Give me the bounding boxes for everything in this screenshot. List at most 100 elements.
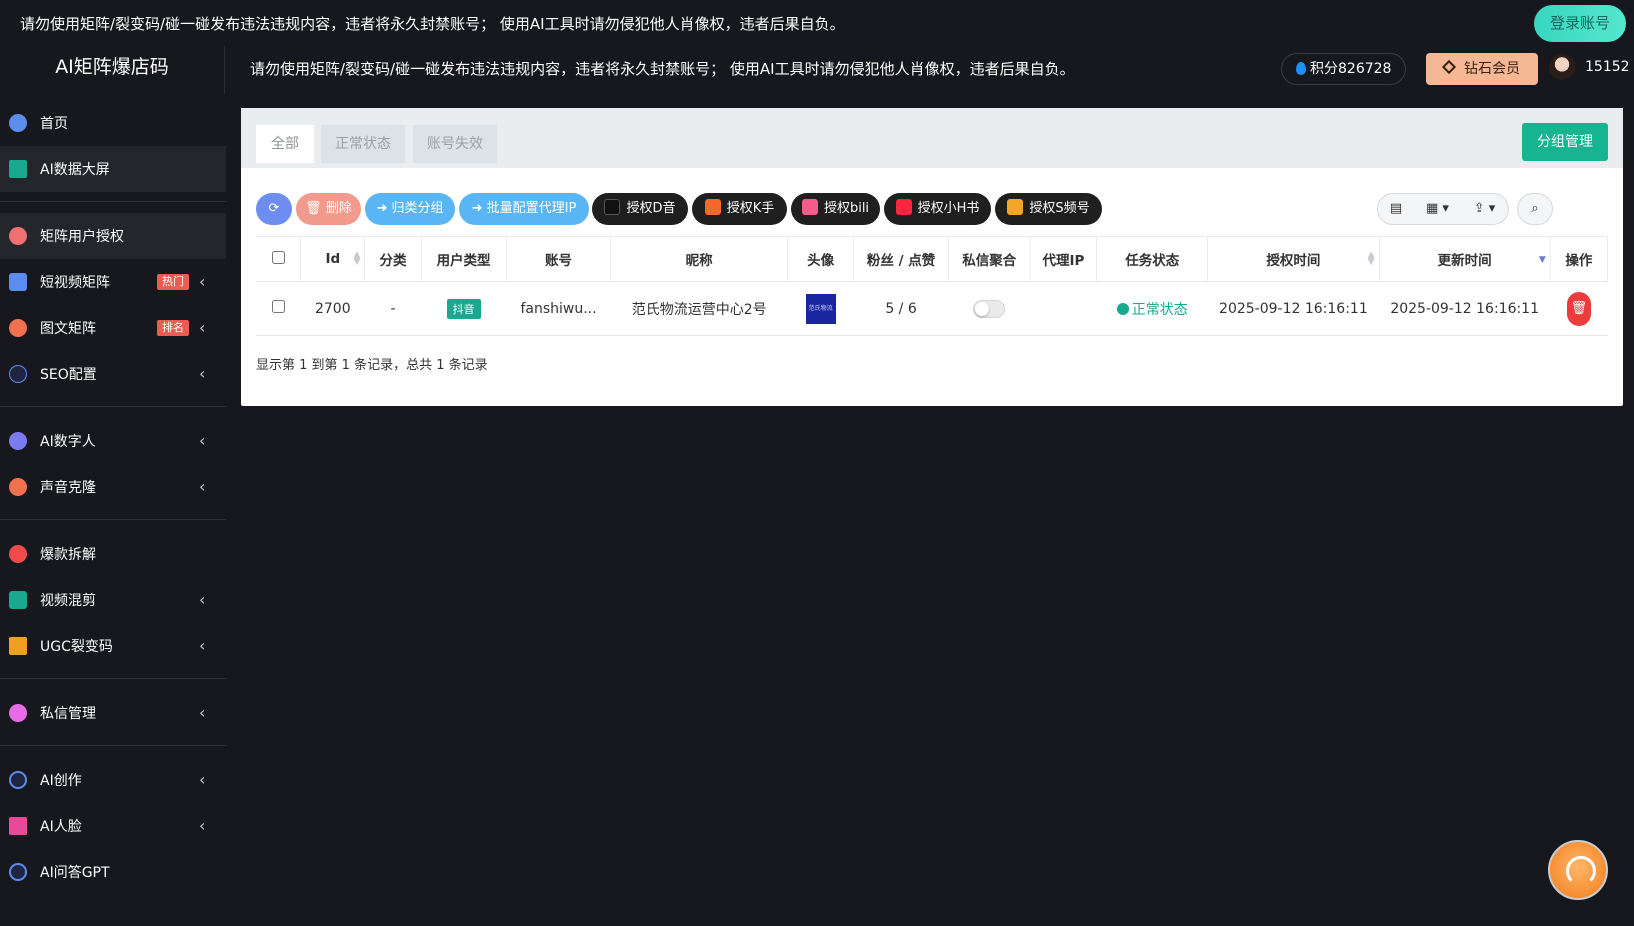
classify-label: 归类分组 — [391, 201, 444, 216]
video-label: 授权S频号 — [1029, 201, 1090, 216]
refresh-button[interactable]: ⟳ — [256, 193, 292, 225]
auth-kuaishou-button[interactable]: 授权K手 — [692, 193, 787, 225]
voice-icon — [9, 478, 27, 496]
bili-label: 授权bili — [823, 201, 870, 216]
tab-all[interactable]: 全部 — [256, 125, 314, 163]
auth-bili-button[interactable]: 授权bili — [791, 193, 880, 225]
sidebar-item-ai-create[interactable]: AI创作 ‹ — [0, 757, 226, 803]
vip-label: 钻石会员 — [1464, 61, 1520, 77]
col-auth-time[interactable]: 授权时间 ▲ ▼ — [1207, 236, 1380, 282]
sidebar-item-hot-analysis[interactable]: 爆款拆解 — [0, 531, 226, 577]
login-button[interactable]: 登录账号 — [1534, 5, 1626, 42]
notice-bar: 请勿使用矩阵/裂变码/碰一碰发布违法违规内容，违者将永久封禁账号； 使用AI工具… — [0, 0, 1634, 46]
cell-user-type: 抖音 — [421, 281, 507, 336]
chevron-left-icon: ‹ — [199, 272, 206, 291]
export-button[interactable]: ⇪ ▾ — [1461, 193, 1509, 225]
proxy-button[interactable]: ➜ 批量配置代理IP — [459, 193, 589, 225]
sidebar-item-image-matrix[interactable]: 图文矩阵 排名 ‹ — [0, 305, 226, 351]
customer-service-icon[interactable] — [1548, 840, 1608, 900]
header: AI矩阵爆店码 请勿使用矩阵/裂变码/碰一碰发布违法违规内容，违者将永久封禁账号… — [0, 46, 1634, 100]
row-delete-button[interactable]: 🗑 — [1566, 291, 1591, 326]
sidebar-item-ugc-code[interactable]: UGC裂变码 ‹ — [0, 623, 226, 669]
chevron-left-icon: ‹ — [199, 816, 206, 835]
cell-proxy-ip — [1030, 281, 1097, 336]
clip-icon — [9, 591, 27, 609]
divider — [0, 192, 226, 213]
diamond-icon — [1441, 59, 1457, 75]
message-agg-toggle[interactable] — [973, 299, 1006, 318]
col-avatar: 头像 — [787, 236, 855, 282]
sidebar-label: AI人脸 — [40, 819, 82, 835]
main-panel: 全部 正常状态 账号失效 分组管理 ⟳ 🗑 删除 ➜ 归类分组 ➜ 批量配置代理… — [241, 108, 1623, 406]
col-id[interactable]: Id ▲ ▼ — [300, 236, 366, 282]
chevron-left-icon: ‹ — [199, 703, 206, 722]
sidebar-label: 图文矩阵 — [40, 321, 96, 337]
divider — [0, 397, 226, 418]
columns-button[interactable]: ▦ ▾ — [1414, 193, 1462, 225]
auth-video-button[interactable]: 授权S频号 — [995, 193, 1102, 225]
cell-fans-likes: 5 / 6 — [853, 281, 949, 336]
bilibili-icon — [801, 199, 818, 215]
cell-account: fanshiwu... — [506, 281, 611, 336]
delete-label: 删除 — [325, 201, 352, 216]
cell-message-agg — [948, 281, 1031, 336]
points-label: 积分826728 — [1310, 61, 1392, 77]
sidebar-item-home[interactable]: 首页 — [0, 100, 226, 146]
chevron-left-icon: ‹ — [199, 636, 206, 655]
cell-task-status: 正常状态 — [1096, 281, 1208, 336]
sidebar-item-digital-human[interactable]: AI数字人 ‹ — [0, 418, 226, 464]
status-label: 正常状态 — [1131, 301, 1188, 318]
card-view-button[interactable]: ▤ — [1377, 193, 1415, 225]
vip-button[interactable]: 钻石会员 — [1426, 53, 1538, 85]
sidebar-label: 短视频矩阵 — [40, 275, 110, 291]
sidebar-item-voice-clone[interactable]: 声音克隆 ‹ — [0, 464, 226, 510]
col-update-time[interactable]: 更新时间 ▼ — [1379, 236, 1551, 282]
sidebar: 首页 AI数据大屏 矩阵用户授权 短视频矩阵 热门 ‹ 图文矩阵 排名 ‹ SEO配置 ‹… — [0, 100, 226, 926]
sidebar-label: AI数字人 — [40, 434, 96, 450]
hot-icon — [9, 545, 27, 563]
col-actions: 操作 — [1550, 236, 1609, 282]
auth-douyin-button[interactable]: 授权D音 — [592, 193, 688, 225]
col-proxy-ip: 代理IP — [1030, 236, 1098, 282]
sidebar-item-data-screen[interactable]: AI数据大屏 — [0, 146, 226, 192]
gpt-icon — [9, 863, 27, 881]
sidebar-item-user-auth[interactable]: 矩阵用户授权 — [0, 213, 226, 259]
auth-xhs-button[interactable]: 授权小H书 — [884, 193, 991, 225]
user-table: Id ▲ ▼ 分类 用户类型 账号 昵称 头像 粉丝 / 点赞 私信聚合 代理IP … — [256, 236, 1609, 336]
digital-human-icon — [9, 432, 27, 450]
chevron-left-icon: ‹ — [199, 364, 206, 383]
sidebar-label: 私信管理 — [40, 706, 96, 722]
classify-button[interactable]: ➜ 归类分组 — [365, 193, 455, 225]
table-row: 2700 - 抖音 fanshiwu... 范氏物流运营中心2号 范氏物流 5 … — [256, 281, 1608, 336]
delete-button[interactable]: 🗑 删除 — [296, 193, 361, 225]
sidebar-label: 视频混剪 — [40, 593, 96, 609]
sidebar-item-gpt[interactable]: AI问答GPT — [0, 849, 226, 895]
tab-invalid[interactable]: 账号失效 — [413, 125, 497, 163]
sidebar-item-ai-face[interactable]: AI人脸 ‹ — [0, 803, 226, 849]
logo[interactable]: AI矩阵爆店码 — [0, 46, 225, 94]
sidebar-label: 矩阵用户授权 — [40, 229, 124, 245]
search-button[interactable]: ⌕ — [1517, 193, 1553, 225]
select-all-checkbox[interactable] — [271, 250, 285, 264]
hot-badge: 热门 — [157, 274, 189, 290]
avatar[interactable] — [1549, 54, 1575, 80]
tab-normal[interactable]: 正常状态 — [321, 125, 405, 163]
group-manage-button[interactable]: 分组管理 — [1522, 123, 1608, 161]
rank-badge: 排名 — [157, 320, 189, 336]
points-icon — [1296, 62, 1306, 75]
chart-screen-icon — [9, 160, 27, 178]
points-badge[interactable]: 积分826728 — [1281, 53, 1406, 85]
sidebar-item-video-matrix[interactable]: 短视频矩阵 热门 ‹ — [0, 259, 226, 305]
table-header: Id ▲ ▼ 分类 用户类型 账号 昵称 头像 粉丝 / 点赞 私信聚合 代理IP … — [256, 236, 1609, 282]
row-checkbox[interactable] — [271, 300, 285, 313]
sidebar-item-seo[interactable]: SEO配置 ‹ — [0, 351, 226, 397]
xhs-label: 授权小H书 — [917, 201, 980, 216]
sidebar-label: 首页 — [40, 116, 68, 132]
sidebar-item-messages[interactable]: 私信管理 ‹ — [0, 690, 226, 736]
sidebar-item-video-clip[interactable]: 视频混剪 ‹ — [0, 577, 226, 623]
user-id[interactable]: 15152 — [1585, 59, 1630, 75]
account-avatar[interactable]: 范氏物流 — [805, 293, 836, 324]
sidebar-label: AI数据大屏 — [40, 162, 110, 178]
face-icon — [9, 817, 27, 835]
cell-actions: 🗑 — [1550, 281, 1608, 336]
